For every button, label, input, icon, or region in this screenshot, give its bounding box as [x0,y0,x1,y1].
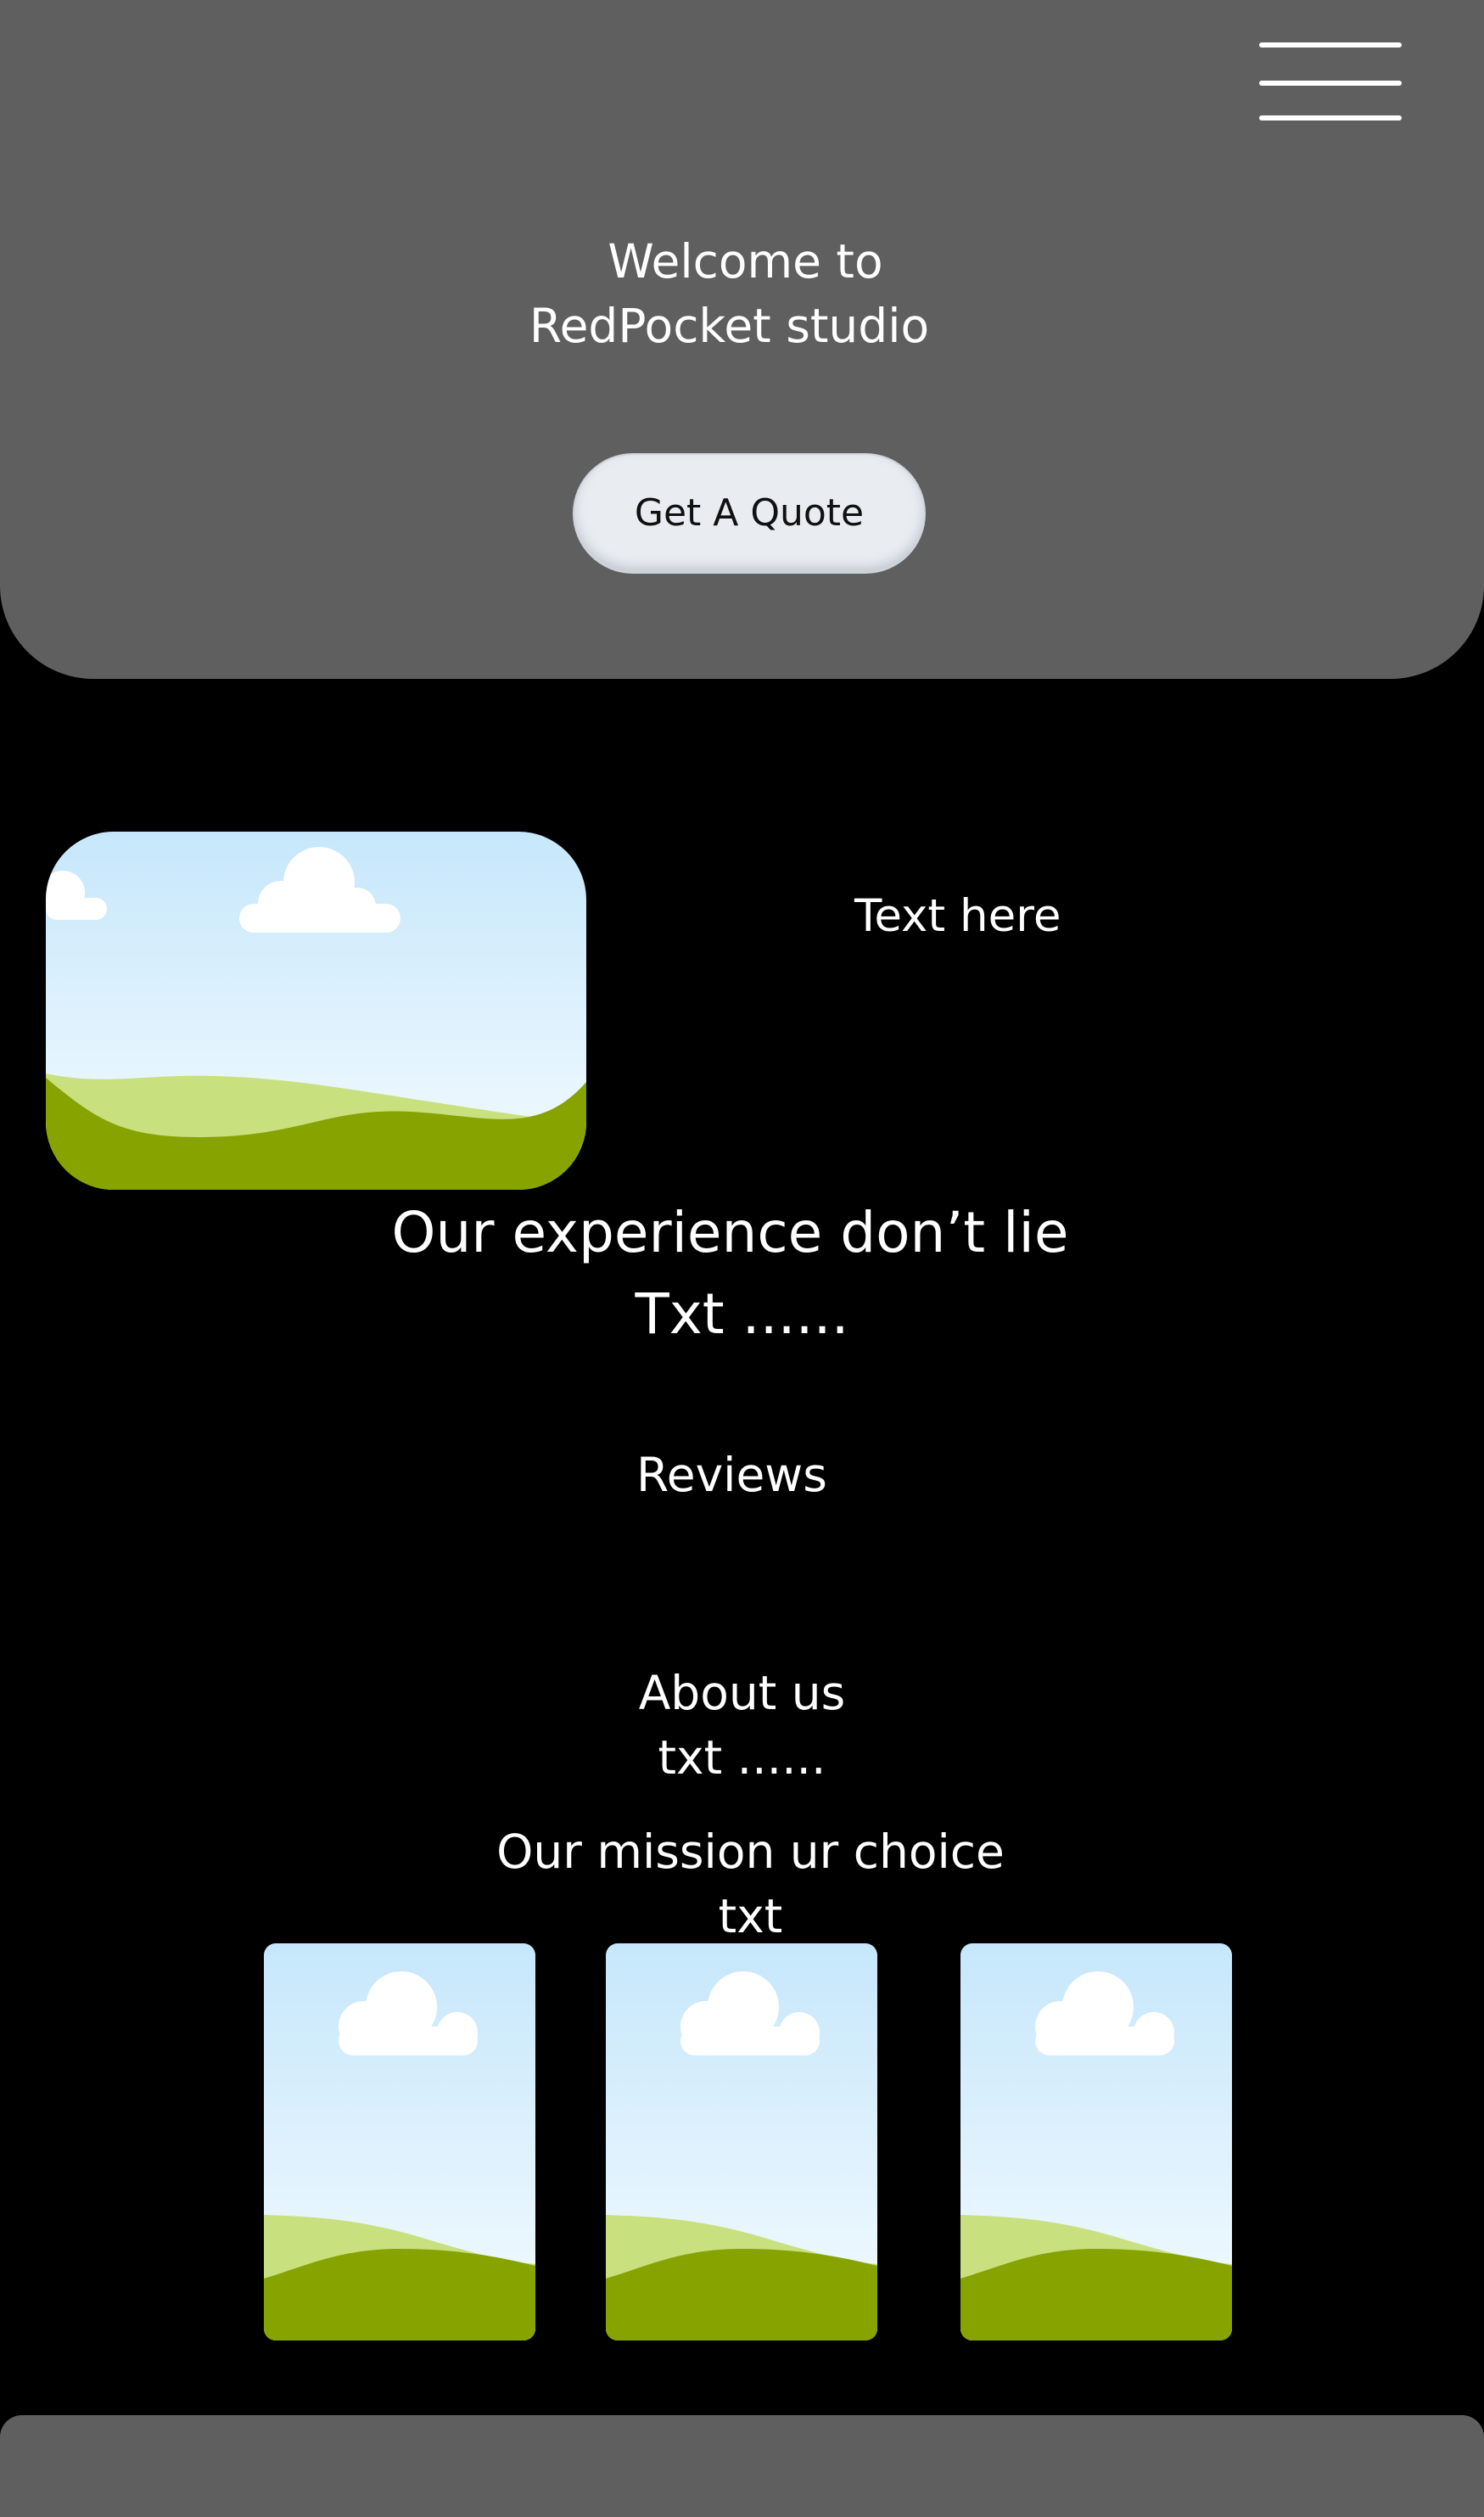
menu-line-bottom [1259,115,1402,121]
about-text: txt ...... [658,1730,826,1785]
mission-section: Our mission ur choice txt [0,1819,1484,1948]
landscape-image-icon [606,1943,877,2340]
intro-side-text: Text here [854,890,1061,942]
welcome-line-1: Welcome to [608,234,883,289]
about-section: About us txt ...... [0,1661,1484,1790]
about-heading: About us [638,1666,846,1720]
mission-card-image-3 [960,1943,1232,2340]
mission-text: txt [718,1889,783,1943]
get-a-quote-button[interactable]: Get A Quote [574,455,924,572]
hero-header: Welcome to RedPocket studio Get A Quote [0,0,1484,679]
landscape-image-icon [264,1943,535,2340]
intro-image [46,832,586,1190]
experience-text: Txt ...... [635,1281,849,1347]
experience-heading: Our experience don’t lie [391,1200,1069,1265]
menu-line-top [1259,42,1402,48]
menu-line-middle [1259,81,1402,86]
welcome-title: Welcome to RedPocket studio [0,229,1484,358]
welcome-line-2: RedPocket studio [529,299,930,353]
reviews-heading: Reviews [636,1448,827,1502]
mission-card-image-2 [606,1943,877,2340]
landscape-image-icon [46,832,586,1190]
mission-heading: Our mission ur choice [496,1825,1005,1879]
mission-card-image-1 [264,1943,535,2340]
landscape-image-icon [960,1943,1232,2340]
footer-bar [0,2415,1484,2517]
hamburger-menu-icon[interactable] [1259,41,1402,126]
experience-section: Our experience don’t lie Txt ...... [0,1192,1484,1355]
